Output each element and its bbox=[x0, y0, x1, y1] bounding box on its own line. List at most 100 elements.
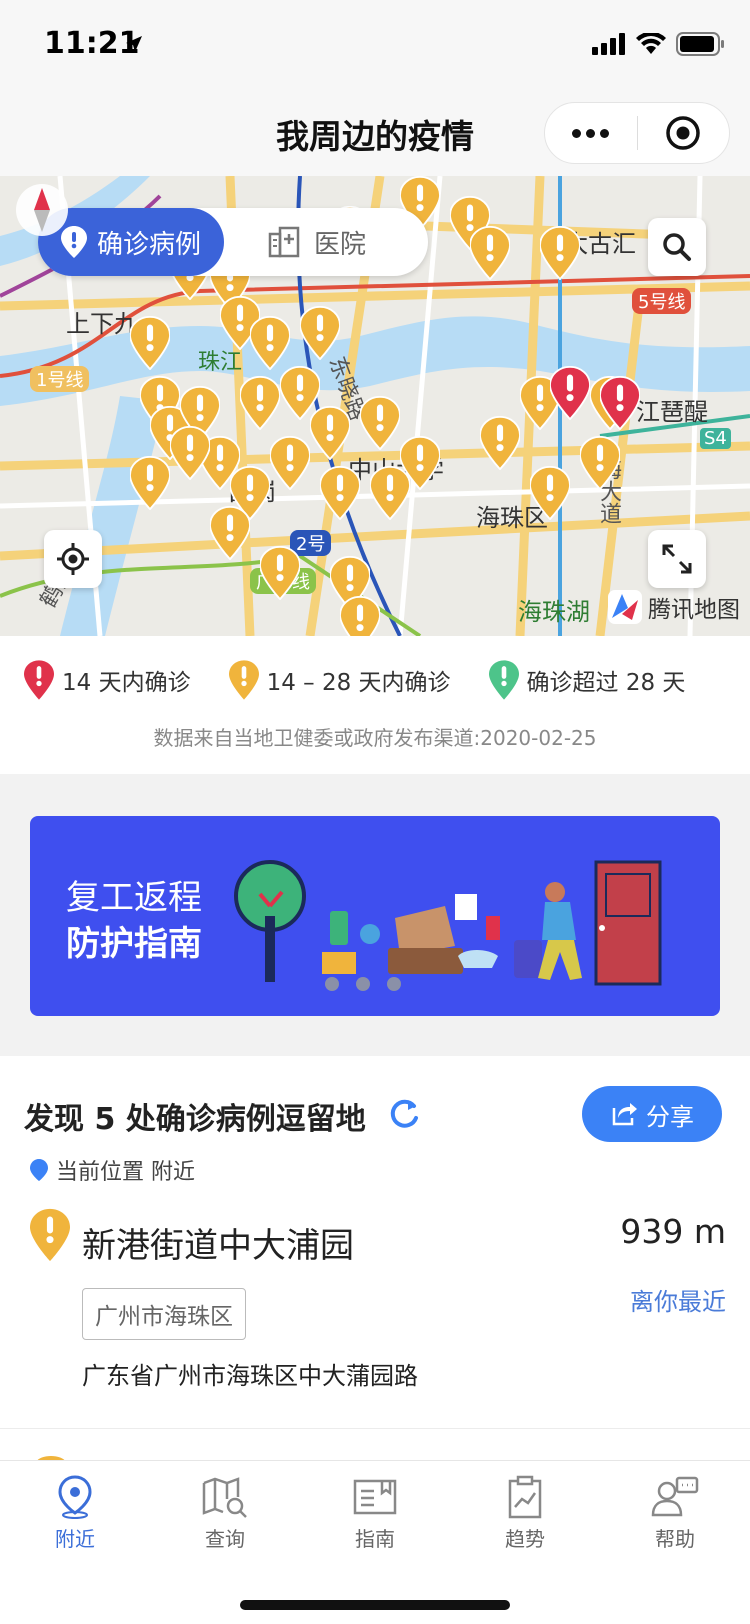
book-icon bbox=[353, 1479, 397, 1515]
map-layer-switch: 确诊病例 医院 bbox=[38, 208, 428, 276]
location-icon bbox=[58, 1475, 92, 1519]
case-pin-red[interactable] bbox=[549, 365, 591, 421]
refresh-icon[interactable] bbox=[386, 1096, 422, 1132]
epidemic-map[interactable]: 上下九 太古汇 5号线 1号线 珠江 中山大学 海珠区 江琶醍 昌岗 2号 广佛… bbox=[0, 176, 750, 636]
legend-item-recent: 14 天内确诊 bbox=[24, 660, 191, 700]
banner-title-line1: 复工返程 bbox=[66, 878, 202, 918]
legend-panel: 14 天内确诊 14 – 28 天内确诊 确诊超过 28 天 数据来自当地卫健委… bbox=[0, 636, 750, 774]
locate-me-button[interactable] bbox=[44, 530, 102, 588]
help-chat-icon bbox=[651, 1476, 699, 1517]
signal-icon bbox=[592, 33, 625, 55]
case-pin-yellow[interactable] bbox=[249, 315, 291, 371]
case-pin-yellow[interactable] bbox=[309, 405, 351, 461]
wifi-icon bbox=[636, 33, 666, 54]
yellow-pin-icon bbox=[228, 660, 259, 700]
tab-nearby-label: 附近 bbox=[55, 1527, 95, 1551]
current-location: 当前位置 附近 bbox=[30, 1154, 195, 1186]
status-bar: 11:21 bbox=[0, 0, 750, 88]
case-pin-yellow[interactable] bbox=[579, 435, 621, 491]
tab-guide-label: 指南 bbox=[355, 1527, 395, 1551]
return-to-work-guide-banner[interactable]: 复工返程 防护指南 bbox=[30, 816, 720, 1016]
map-label-metro: 1号线 bbox=[30, 366, 90, 392]
more-button[interactable] bbox=[545, 103, 637, 163]
map-search-icon bbox=[202, 1477, 247, 1518]
legend-item-old: 确诊超过 28 天 bbox=[488, 660, 686, 700]
navigation-bar: 我周边的疫情 bbox=[0, 88, 750, 176]
tab-guide[interactable]: 指南 bbox=[300, 1475, 450, 1552]
tab-nearby[interactable]: 附近 bbox=[0, 1475, 150, 1552]
bottom-tab-bar: 附近 查询 指南 趋势 帮助 bbox=[0, 1460, 750, 1624]
map-label: 上下九 bbox=[66, 310, 138, 338]
district-tag: 广州市海珠区 bbox=[82, 1288, 246, 1340]
case-pin-yellow[interactable] bbox=[129, 455, 171, 511]
map-brand-label: 腾讯地图 bbox=[648, 597, 740, 623]
tab-help-label: 帮助 bbox=[655, 1527, 695, 1551]
case-pin-yellow[interactable] bbox=[369, 465, 411, 521]
tab-hospital[interactable]: 医院 bbox=[268, 208, 366, 276]
data-source-note: 数据来自当地卫健委或政府发布渠道:2020-02-25 bbox=[153, 726, 597, 750]
case-pin-red[interactable] bbox=[599, 375, 641, 431]
search-icon bbox=[663, 233, 691, 261]
more-dot-icon bbox=[572, 128, 582, 138]
case-pin-yellow[interactable] bbox=[239, 375, 281, 431]
share-icon bbox=[612, 1103, 637, 1126]
tab-label: 医院 bbox=[314, 229, 367, 260]
share-label: 分享 bbox=[646, 1102, 694, 1131]
map-label-metro: 5号线 bbox=[632, 288, 692, 314]
nearby-cases-section: 发现 5 处确诊病例逗留地 分享 当前位置 附近 新港街道中大浦园 939 m … bbox=[0, 1056, 750, 1462]
nearest-badge: 离你最近 bbox=[630, 1288, 726, 1316]
battery-icon bbox=[676, 32, 724, 56]
case-pin-yellow[interactable] bbox=[359, 395, 401, 451]
home-indicator bbox=[240, 1600, 510, 1610]
more-dot-icon bbox=[600, 128, 610, 138]
tab-trend-label: 趋势 bbox=[505, 1527, 545, 1551]
banner-illustration bbox=[234, 860, 662, 991]
share-button[interactable]: 分享 bbox=[582, 1086, 722, 1142]
case-pin-yellow[interactable] bbox=[299, 305, 341, 361]
legend-row: 14 天内确诊 14 – 28 天内确诊 确诊超过 28 天 bbox=[24, 660, 685, 700]
legend-label: 14 天内确诊 bbox=[62, 670, 191, 696]
tab-label: 确诊病例 bbox=[96, 229, 201, 260]
case-pin-yellow[interactable] bbox=[339, 595, 381, 636]
case-pin-yellow[interactable] bbox=[319, 465, 361, 521]
map-label: 江琶醍 bbox=[636, 398, 708, 426]
tab-query[interactable]: 查询 bbox=[150, 1475, 300, 1552]
tab-query-label: 查询 bbox=[205, 1527, 245, 1551]
case-pin-yellow[interactable] bbox=[129, 315, 171, 371]
legend-label: 14 – 28 天内确诊 bbox=[266, 670, 451, 696]
red-pin-icon bbox=[24, 660, 54, 700]
case-pin-yellow[interactable] bbox=[209, 505, 251, 561]
case-pin-yellow[interactable] bbox=[529, 465, 571, 521]
case-pin-yellow[interactable] bbox=[259, 545, 301, 601]
case-pin-yellow[interactable] bbox=[479, 415, 521, 471]
target-close-icon bbox=[666, 116, 700, 150]
expand-icon bbox=[662, 544, 692, 574]
case-pin-yellow[interactable] bbox=[269, 435, 311, 491]
blue-location-dot-icon bbox=[30, 1159, 48, 1181]
map-label: 海珠湖 bbox=[518, 598, 590, 626]
case-pin-yellow[interactable] bbox=[539, 225, 581, 281]
more-dot-icon bbox=[586, 128, 596, 138]
banner-section: 复工返程 防护指南 bbox=[0, 774, 750, 1056]
close-mini-program-button[interactable] bbox=[638, 103, 730, 163]
tab-help[interactable]: 帮助 bbox=[600, 1475, 750, 1552]
hospital-icon bbox=[268, 226, 300, 258]
yellow-pin-icon bbox=[30, 1208, 70, 1262]
case-location-name: 新港街道中大浦园 bbox=[82, 1226, 354, 1266]
fullscreen-button[interactable] bbox=[648, 530, 706, 588]
legend-label: 确诊超过 28 天 bbox=[526, 670, 686, 696]
crosshair-icon bbox=[57, 543, 89, 575]
mini-program-capsule bbox=[544, 102, 730, 164]
legend-item-mid: 14 – 28 天内确诊 bbox=[228, 660, 451, 700]
compass-icon[interactable] bbox=[14, 182, 70, 238]
case-pin-yellow[interactable] bbox=[469, 225, 511, 281]
status-icons bbox=[592, 32, 726, 56]
location-arrow-icon bbox=[126, 36, 142, 52]
map-search-button[interactable] bbox=[648, 218, 706, 276]
cases-count-title: 发现 5 处确诊病例逗留地 bbox=[24, 1102, 366, 1137]
list-divider bbox=[0, 1428, 750, 1429]
case-pin-yellow[interactable] bbox=[169, 425, 211, 481]
map-label-highway: S4 bbox=[700, 428, 731, 449]
current-location-label: 当前位置 附近 bbox=[56, 1160, 195, 1185]
tab-trend[interactable]: 趋势 bbox=[450, 1475, 600, 1552]
